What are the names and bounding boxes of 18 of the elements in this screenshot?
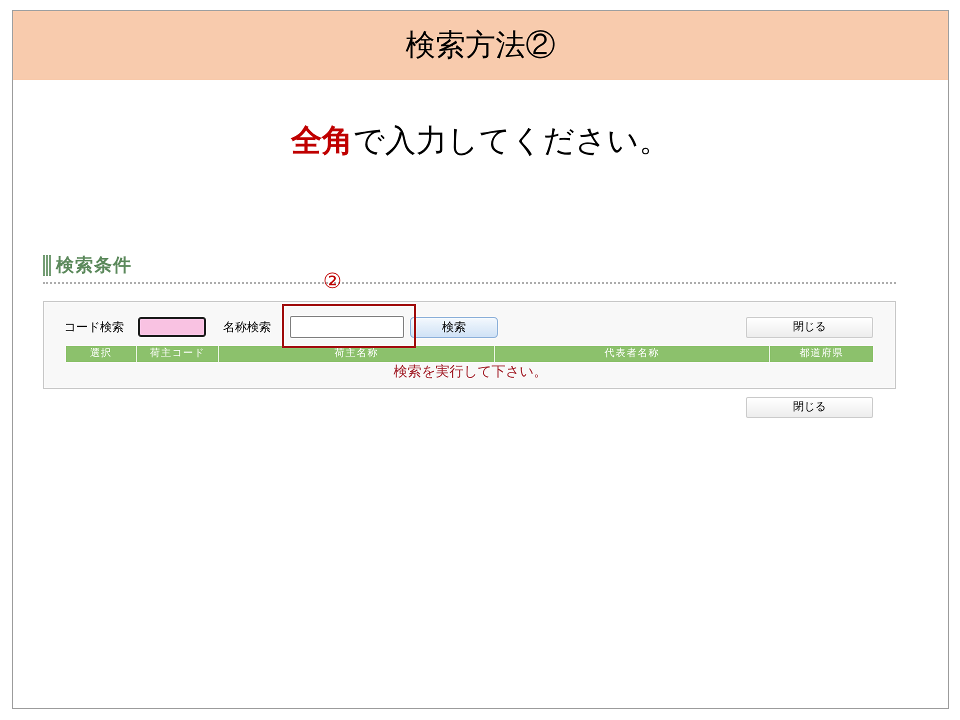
search-prompt-message: 検索を実行して下さい。 <box>394 362 548 380</box>
close-button[interactable]: 閉じる <box>746 316 873 338</box>
code-input-field[interactable] <box>138 317 206 337</box>
column-header: 選択 <box>89 347 113 361</box>
section-heading: 検索条件 <box>56 256 132 274</box>
code-search-label: コード検索 <box>64 319 124 336</box>
name-input-field[interactable] <box>290 316 404 338</box>
name-search-label: 名称検索 <box>223 319 271 336</box>
column-header: 代表者名称 <box>494 346 769 362</box>
search-button[interactable]: 検索 <box>410 316 498 338</box>
instruction-text: 全角で入力してください。 <box>291 122 670 160</box>
column-header: 荷主名称 <box>218 346 494 362</box>
annotation-number: ② <box>323 270 342 294</box>
slide-title: 検索方法② <box>406 30 556 60</box>
heading-bars-icon <box>43 254 52 276</box>
close-button[interactable]: 閉じる <box>746 397 873 418</box>
column-header: 荷主コード <box>136 346 218 362</box>
column-header: 都道府県 <box>769 346 873 362</box>
